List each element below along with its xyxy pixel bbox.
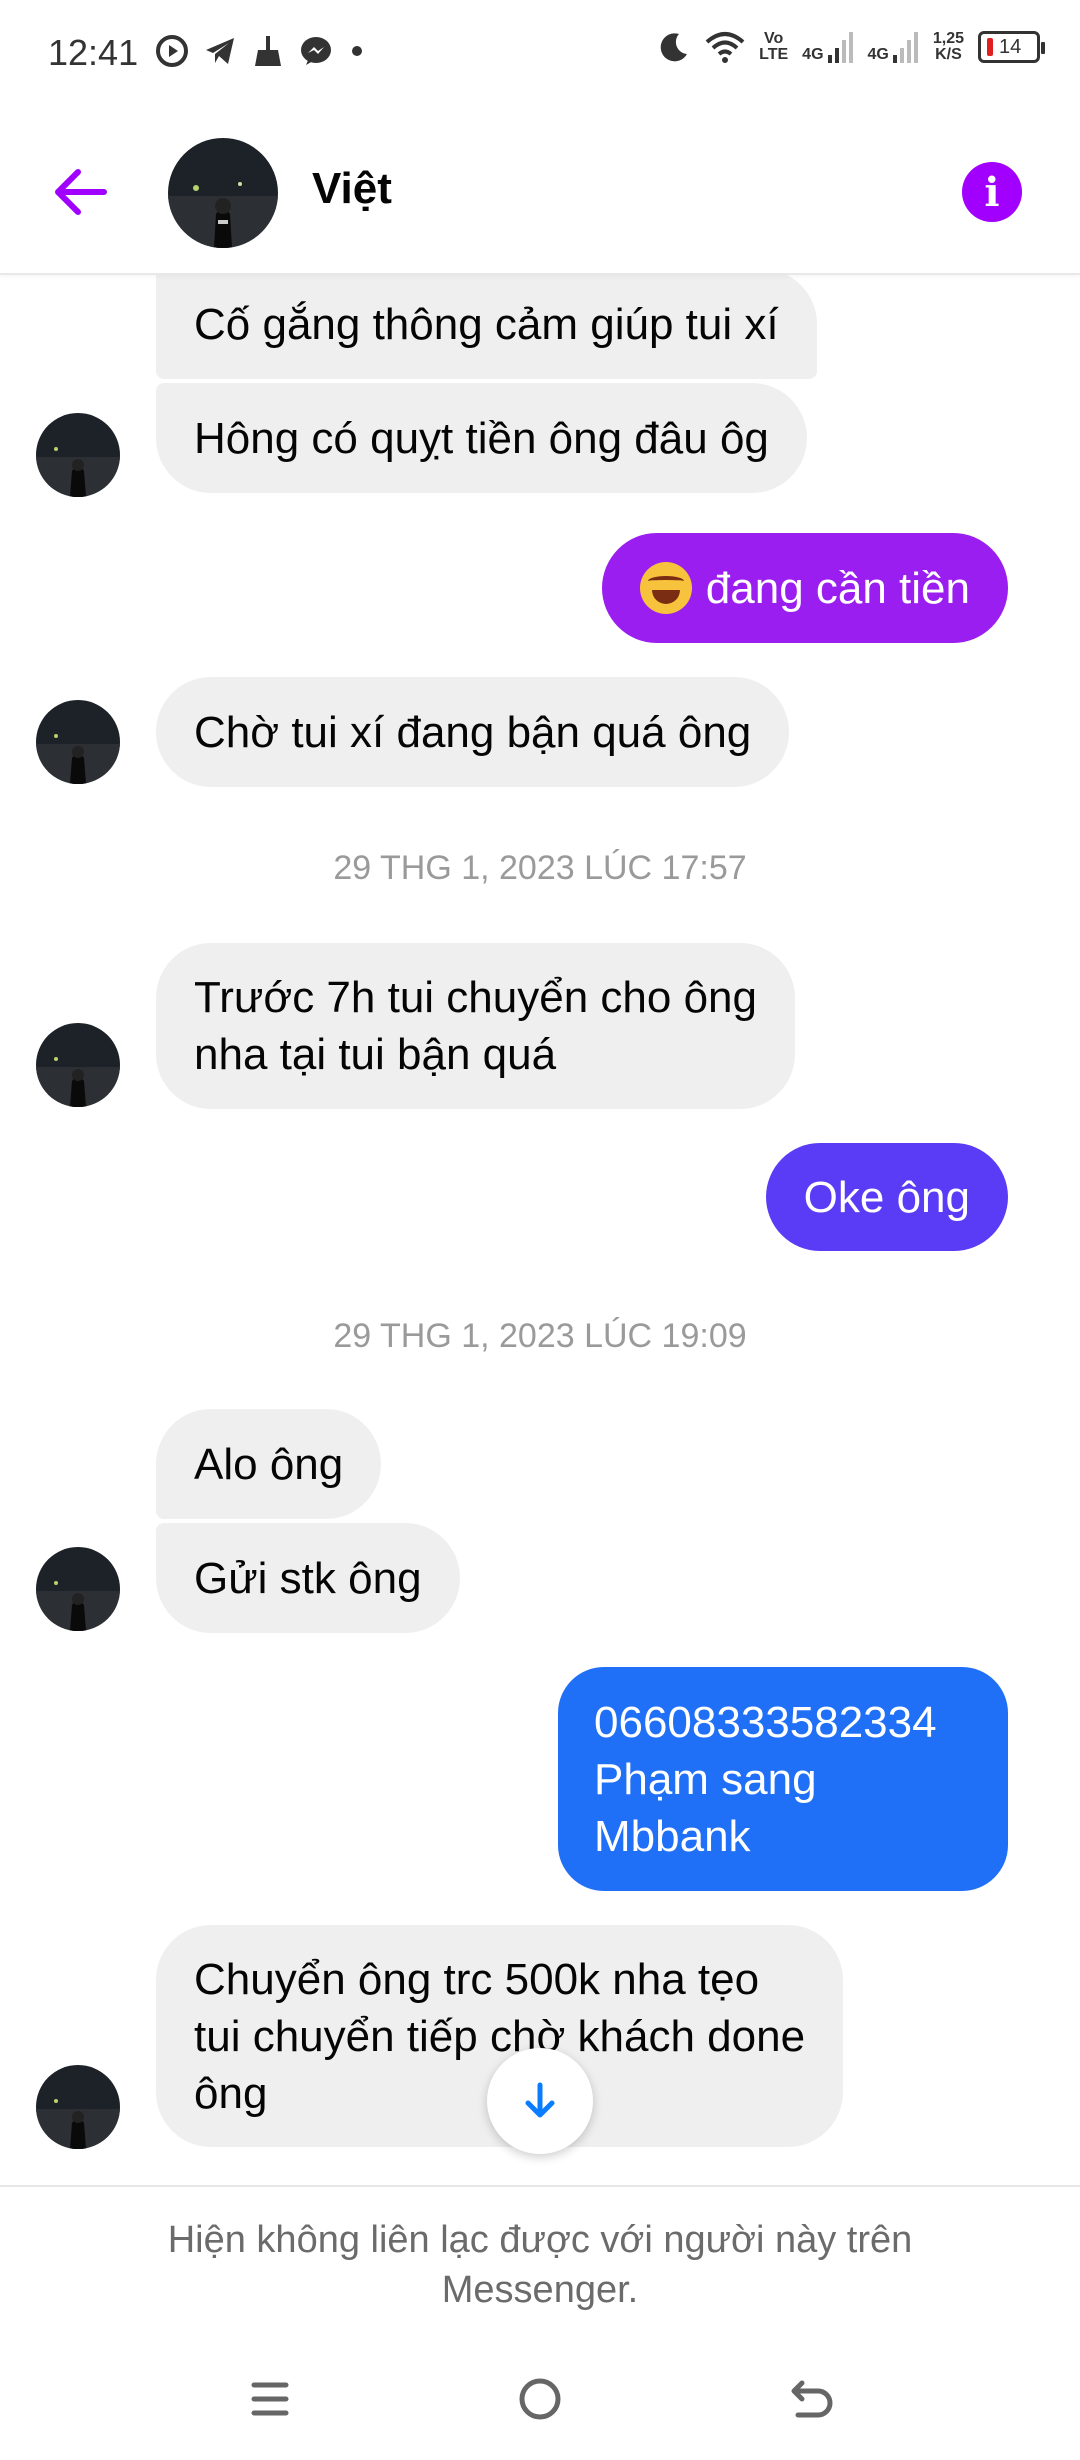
sender-avatar[interactable] (36, 1023, 120, 1107)
menu-icon (251, 2382, 289, 2416)
message-text: đang cần tiền (705, 563, 970, 613)
message-bubble[interactable]: Chờ tui xí đang bận quá ông (156, 677, 790, 787)
status-notification-icons (155, 34, 367, 68)
status-system-icons: Vo LTE 4G 4G 1,25 K/S 14 (657, 30, 1045, 64)
network-type-label: 4G (802, 46, 824, 63)
message-bubble[interactable]: Alo ông (156, 1409, 382, 1519)
message-bubble[interactable]: Hông có quỵt tiền ông đâu ôg (156, 383, 807, 493)
message-bubble[interactable]: Gửi stk ông (156, 1523, 460, 1633)
signal-2: 4G (868, 31, 919, 63)
sender-avatar[interactable] (36, 1547, 120, 1631)
network-type-label: 4G (867, 46, 889, 63)
system-nav-bar (0, 2335, 1080, 2460)
signal-icon (892, 32, 918, 63)
back-button[interactable] (48, 160, 112, 224)
signal-icon (827, 32, 853, 63)
timestamp: 29 THG 1, 2023 LÚC 19:09 (333, 1317, 747, 1355)
back-nav-button[interactable] (780, 2369, 840, 2429)
contact-name[interactable]: Việt (312, 164, 392, 214)
sender-avatar[interactable] (36, 700, 120, 784)
info-button[interactable]: i (962, 162, 1022, 222)
composer-disabled-notice: Hiện không liên lạc được với người này t… (0, 2185, 1080, 2335)
arrow-down-icon (525, 2082, 555, 2118)
wifi-icon (705, 32, 745, 63)
message-bubble[interactable]: Cố gắng thông cảm giúp tui xí (156, 275, 817, 379)
unavailable-message: Hiện không liên lạc được với người này t… (167, 2219, 913, 2311)
conversation-header: Việt i (0, 110, 1080, 275)
message-bubble-sent[interactable]: đang cần tiền (601, 533, 1008, 643)
sender-avatar[interactable] (36, 2065, 120, 2149)
battery-icon: 14 (978, 31, 1045, 63)
messenger-icon (301, 37, 331, 65)
sender-avatar[interactable] (36, 413, 120, 497)
telegram-icon (206, 38, 234, 64)
home-button[interactable] (510, 2369, 570, 2429)
message-bubble-sent[interactable]: 06608333582334 Phạm sang Mbbank (558, 1667, 1008, 1891)
arrow-left-icon (55, 169, 107, 215)
info-icon: i (984, 168, 1000, 216)
timestamp: 29 THG 1, 2023 LÚC 17:57 (333, 849, 747, 887)
message-bubble[interactable]: Trước 7h tui chuyển cho ông nha tại tui … (156, 943, 795, 1109)
play-circle-icon (156, 35, 188, 67)
menu-button[interactable] (240, 2369, 300, 2429)
dot-icon (352, 46, 362, 56)
volte-label: Vo LTE (759, 30, 789, 63)
rolling-on-floor-laughing-emoji (639, 562, 692, 614)
scroll-to-bottom-button[interactable] (487, 2048, 593, 2154)
message-list[interactable]: Cố gắng thông cảm giúp tui xí Hông có qu… (0, 275, 1080, 2185)
status-time: 12:41 (48, 32, 139, 73)
battery-level: 14 (999, 35, 1022, 58)
net-speed-label: 1,25 K/S (932, 30, 964, 63)
contact-avatar[interactable] (168, 138, 278, 248)
moon-icon (660, 33, 688, 62)
back-icon (791, 2380, 833, 2418)
home-circle-icon (519, 2378, 561, 2420)
message-bubble-sent[interactable]: Oke ông (765, 1143, 1008, 1251)
signal-1: 4G (802, 31, 853, 63)
status-bar: 12:41 Vo LTE 4G 4G 1,25 K/S 14 (0, 0, 1080, 110)
broom-icon (255, 36, 281, 66)
